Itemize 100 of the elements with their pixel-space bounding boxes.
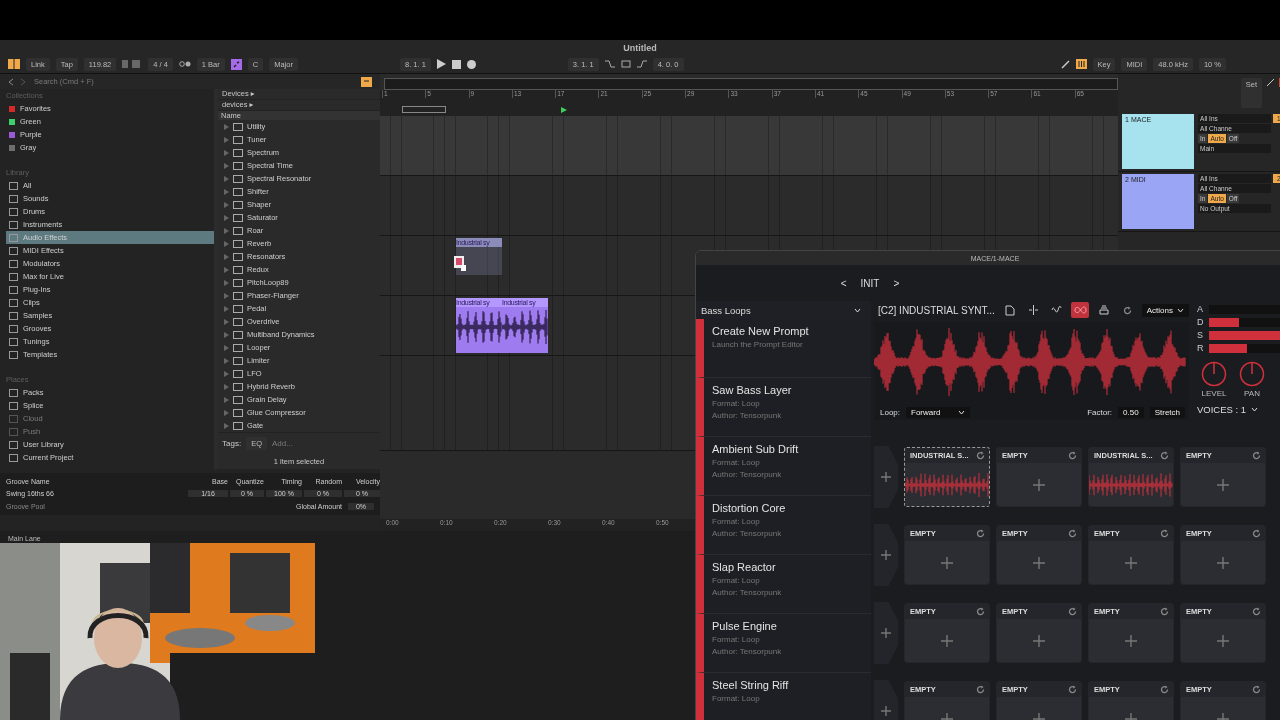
plus-icon[interactable] — [1216, 477, 1230, 492]
refresh-icon[interactable] — [976, 451, 985, 460]
refresh-icon[interactable] — [1068, 607, 1077, 616]
plus-icon[interactable] — [1124, 633, 1138, 648]
wave-icon[interactable] — [1051, 305, 1063, 315]
plus-icon[interactable] — [880, 549, 892, 561]
curve-icon[interactable] — [604, 60, 615, 68]
previous-preset-button[interactable]: < — [840, 277, 847, 289]
prompt-item[interactable]: Saw Bass Layer Format: Loop Author: Tensorpunk — [696, 378, 871, 437]
category-name: Bass Loops — [701, 304, 751, 316]
refresh-icon[interactable] — [1252, 451, 1261, 460]
curve-icon[interactable] — [636, 60, 647, 68]
plus-icon[interactable] — [1032, 555, 1046, 570]
prompt-detail: Author: Tensorpunk — [712, 411, 783, 420]
loop-brace-icon[interactable] — [402, 106, 446, 113]
play-marker-icon[interactable] — [561, 106, 567, 113]
play-icon[interactable] — [436, 59, 446, 69]
scale-icon[interactable] — [230, 58, 242, 70]
next-preset-button[interactable]: > — [893, 277, 900, 289]
refresh-icon[interactable] — [1160, 607, 1169, 616]
refresh-icon[interactable] — [1252, 607, 1261, 616]
plus-icon[interactable] — [1216, 633, 1230, 648]
caret-icon — [1177, 307, 1184, 313]
category-dropdown[interactable]: Bass Loops — [696, 301, 871, 319]
prompt-name: Create New Prompt — [712, 325, 810, 337]
prompt-detail: Format: Loop — [712, 694, 761, 703]
window-title: Untitled — [623, 42, 657, 53]
loop-mode-dropdown[interactable]: Forward — [906, 407, 971, 418]
add-row-button[interactable] — [874, 602, 898, 664]
prompt-name: Slap Reactor — [712, 561, 777, 573]
caret-icon — [1251, 407, 1259, 412]
prompt-detail: Author: Tensorpunk — [712, 588, 783, 597]
refresh-icon[interactable] — [1068, 451, 1077, 460]
envelope-slider[interactable] — [1209, 343, 1280, 353]
plus-icon[interactable] — [1216, 555, 1230, 570]
layout-icon[interactable] — [8, 59, 20, 69]
caret-icon — [958, 410, 966, 415]
refresh-icon[interactable] — [1252, 529, 1261, 538]
pencil-icon[interactable] — [1060, 59, 1070, 69]
factor-field[interactable]: 0.50 — [1118, 407, 1144, 418]
stretch-button[interactable]: Stretch — [1149, 407, 1185, 418]
prompt-detail: Format: Loop — [712, 635, 761, 644]
refresh-icon[interactable] — [1068, 529, 1077, 538]
plus-icon[interactable] — [880, 471, 892, 483]
plus-icon[interactable] — [880, 705, 892, 717]
refresh-icon[interactable] — [1160, 451, 1169, 460]
prompt-item[interactable]: Create New Prompt Launch the Prompt Editor — [696, 319, 871, 378]
prompt-item[interactable]: Ambient Sub Drift Format: Loop Author: Tensorpunk — [696, 437, 871, 496]
loop-icon[interactable] — [620, 60, 631, 68]
refresh-icon[interactable] — [1068, 685, 1077, 694]
knob[interactable] — [1201, 361, 1227, 387]
prompt-item[interactable]: Slap Reactor Format: Loop Author: Tensorpunk — [696, 555, 871, 614]
envelope-slider[interactable] — [1209, 317, 1280, 327]
metronome-bars-icon[interactable] — [122, 60, 143, 68]
prompt-detail: Launch the Prompt Editor — [712, 340, 804, 349]
voices-dropdown[interactable]: VOICES : 1 — [1197, 404, 1280, 415]
overview-strip[interactable] — [384, 78, 1119, 90]
add-row-button[interactable] — [874, 446, 898, 508]
caret-icon — [854, 307, 861, 313]
knob-label: PAN — [1244, 389, 1260, 398]
filter-icon[interactable] — [361, 76, 372, 87]
track-lane[interactable] — [380, 116, 1119, 176]
piano-icon[interactable] — [1075, 59, 1087, 69]
prompt-item[interactable]: Pulse Engine Format: Loop Author: Tensorpunk — [696, 614, 871, 673]
knob[interactable] — [1239, 361, 1265, 387]
back-icon[interactable] — [8, 77, 14, 86]
refresh-icon[interactable] — [1160, 685, 1169, 694]
refresh-icon[interactable] — [1252, 685, 1261, 694]
stack-icon[interactable] — [1098, 305, 1109, 315]
plus-icon[interactable] — [1124, 555, 1138, 570]
stop-icon[interactable] — [451, 59, 461, 69]
envelope-slider[interactable] — [1209, 330, 1280, 340]
pencil-icon[interactable] — [1266, 78, 1276, 87]
track-lane[interactable] — [380, 176, 1119, 236]
loop-label: Loop: — [880, 408, 901, 417]
plus-icon[interactable] — [1032, 633, 1046, 648]
refresh-icon[interactable] — [1122, 305, 1132, 315]
refresh-icon[interactable] — [976, 529, 985, 538]
file-add-icon[interactable] — [1004, 304, 1015, 316]
refresh-icon[interactable] — [1160, 529, 1169, 538]
add-row-button[interactable] — [874, 524, 898, 586]
refresh-icon[interactable] — [976, 685, 985, 694]
tag-input[interactable]: Add... — [271, 439, 293, 448]
prompt-item[interactable]: Distortion Core Format: Loop Author: Tensorpunk — [696, 496, 871, 555]
plus-icon[interactable] — [1032, 477, 1046, 492]
envelope-label: S — [1197, 330, 1204, 340]
plus-icon[interactable] — [940, 555, 954, 570]
prompt-name: Steel String Riff — [712, 679, 790, 691]
prompt-name: Ambient Sub Drift — [712, 443, 800, 455]
prompt-name: Distortion Core — [712, 502, 787, 514]
preset-name: INIT — [860, 277, 880, 289]
prompt-name: Pulse Engine — [712, 620, 778, 632]
plus-icon[interactable] — [940, 633, 954, 648]
envelope-label: D — [1197, 317, 1205, 327]
record-icon[interactable] — [466, 59, 476, 69]
plus-icon[interactable] — [880, 627, 892, 639]
prompt-item[interactable]: Steel String Riff Format: Loop — [696, 673, 871, 720]
refresh-icon[interactable] — [976, 607, 985, 616]
loop-icon[interactable] — [1073, 306, 1087, 314]
actions-dropdown[interactable]: Actions — [1141, 303, 1189, 317]
